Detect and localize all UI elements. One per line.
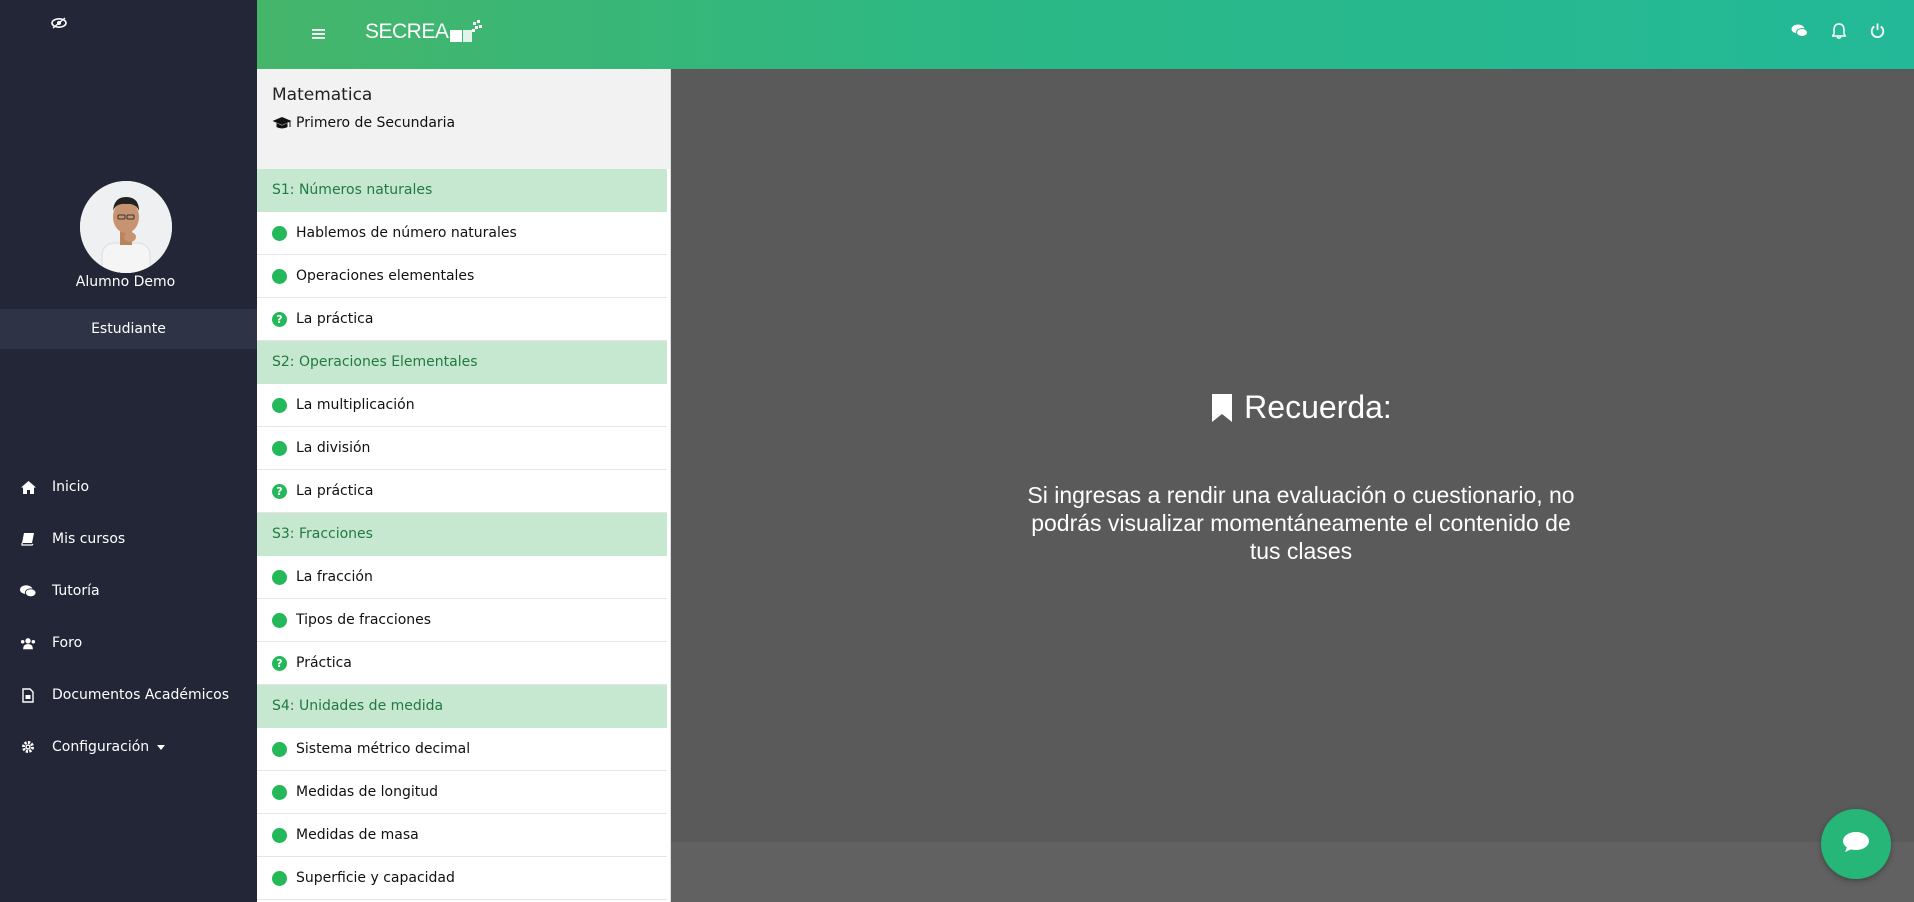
graduation-cap-icon — [272, 116, 292, 130]
sidebar-item-documentos[interactable]: Documentos Académicos — [0, 669, 257, 721]
eye-icon[interactable] — [51, 14, 67, 29]
lesson-item[interactable]: La división — [257, 427, 667, 470]
completed-status-icon — [272, 268, 287, 284]
lesson-title: Operaciones elementales — [296, 268, 475, 284]
lesson-item[interactable]: Medidas de masa — [257, 814, 667, 857]
top-header: SECREA — [257, 0, 1914, 69]
lesson-title: Medidas de longitud — [296, 784, 438, 800]
completed-status-icon — [272, 397, 287, 413]
notice-heading-text: Recuerda: — [1244, 389, 1392, 425]
book-icon — [20, 531, 36, 547]
lesson-item[interactable]: ? La práctica — [257, 470, 667, 513]
notice-text: Si ingresas a rendir una evaluación o cu… — [1027, 482, 1575, 564]
lesson-title: La práctica — [296, 311, 374, 327]
completed-status-icon — [272, 741, 287, 757]
completed-status-icon — [272, 827, 287, 843]
lesson-title: Sistema métrico decimal — [296, 741, 471, 757]
main-footer-area — [671, 842, 1914, 902]
lesson-title: La fracción — [296, 569, 373, 585]
section-header[interactable]: S4: Unidades de medida — [257, 685, 667, 728]
lesson-item[interactable]: ? Práctica — [257, 642, 667, 685]
sidebar: Alumno Demo Estudiante Inicio Mis cursos… — [0, 0, 257, 902]
gear-icon — [20, 739, 36, 755]
sidebar-item-label: Configuración — [52, 739, 150, 755]
lesson-title: Medidas de masa — [296, 827, 419, 843]
chevron-down-icon — [157, 744, 166, 750]
sidebar-item-configuracion[interactable]: Configuración — [0, 721, 257, 773]
users-icon — [20, 635, 36, 651]
lesson-title: La práctica — [296, 483, 374, 499]
completed-status-icon — [272, 440, 287, 456]
question-circle-icon: ? — [272, 483, 287, 499]
main-content: Recuerda: Si ingresas a rendir una evalu… — [671, 69, 1914, 842]
secrea-logo[interactable]: SECREA — [365, 20, 483, 44]
lesson-item[interactable]: Tipos de fracciones — [257, 599, 667, 642]
hamburger-menu-icon[interactable] — [312, 25, 326, 39]
logo-text: SECREA — [365, 20, 449, 43]
sidebar-item-mis-cursos[interactable]: Mis cursos — [0, 513, 257, 565]
question-circle-icon: ? — [272, 655, 287, 671]
course-level-text: Primero de Secundaria — [296, 115, 456, 131]
sidebar-item-foro[interactable]: Foro — [0, 617, 257, 669]
lesson-item[interactable]: La fracción — [257, 556, 667, 599]
lesson-title: Tipos de fracciones — [296, 612, 432, 628]
sidebar-item-inicio[interactable]: Inicio — [0, 461, 257, 513]
chat-button[interactable] — [1821, 809, 1891, 879]
completed-status-icon — [272, 784, 287, 800]
course-title: Matematica — [272, 85, 373, 105]
sidebar-item-label: Mis cursos — [52, 531, 126, 547]
lesson-title: Práctica — [296, 655, 352, 671]
lesson-item[interactable]: ? La práctica — [257, 298, 667, 341]
lesson-title: La multiplicación — [296, 397, 415, 413]
sidebar-item-tutoria[interactable]: Tutoría — [0, 565, 257, 617]
chat-icon — [20, 583, 36, 599]
sidebar-item-label: Documentos Académicos — [52, 687, 230, 703]
lesson-title: La división — [296, 440, 371, 456]
lesson-title: Superficie y capacidad — [296, 870, 455, 886]
course-panel: Matematica Primero de Secundaria S1: Núm… — [257, 69, 671, 902]
sidebar-nav: Inicio Mis cursos Tutoría Foro Documento… — [0, 461, 257, 773]
section-header[interactable]: S3: Fracciones — [257, 513, 667, 556]
logo-mark-icon — [450, 20, 483, 44]
lesson-item[interactable]: Medidas de longitud — [257, 771, 667, 814]
lesson-item[interactable]: Operaciones elementales — [257, 255, 667, 298]
sidebar-item-label: Tutoría — [52, 583, 100, 599]
home-icon — [20, 479, 36, 495]
power-icon[interactable] — [1869, 22, 1886, 39]
lesson-item[interactable]: Sistema métrico decimal — [257, 728, 667, 771]
section-header[interactable]: S1: Números naturales — [257, 169, 667, 212]
avatar — [80, 181, 172, 273]
lesson-title: Hablemos de número naturales — [296, 225, 517, 241]
chat-bubble-icon — [1842, 831, 1870, 857]
sidebar-item-label: Foro — [52, 635, 83, 651]
completed-status-icon — [272, 870, 287, 886]
completed-status-icon — [272, 569, 287, 585]
bell-icon[interactable] — [1830, 22, 1847, 39]
course-level: Primero de Secundaria — [272, 115, 655, 131]
course-header: Matematica Primero de Secundaria — [257, 69, 670, 169]
bookmark-icon — [1210, 393, 1234, 423]
user-name: Alumno Demo — [75, 274, 176, 290]
completed-status-icon — [272, 225, 287, 241]
lesson-item[interactable]: Hablemos de número naturales — [257, 212, 667, 255]
question-circle-icon: ? — [272, 311, 287, 327]
section-header[interactable]: S2: Operaciones Elementales — [257, 341, 667, 384]
user-role: Estudiante — [0, 309, 257, 349]
header-actions — [1791, 22, 1886, 39]
lesson-item[interactable]: La multiplicación — [257, 384, 667, 427]
lesson-item[interactable]: Superficie y capacidad — [257, 857, 667, 900]
document-icon — [20, 687, 36, 703]
reminder-notice: Recuerda: Si ingresas a rendir una evalu… — [1013, 389, 1589, 565]
notice-heading: Recuerda: — [1013, 389, 1589, 426]
messages-icon[interactable] — [1791, 22, 1808, 39]
sidebar-item-label: Inicio — [52, 479, 90, 495]
completed-status-icon — [272, 612, 287, 628]
